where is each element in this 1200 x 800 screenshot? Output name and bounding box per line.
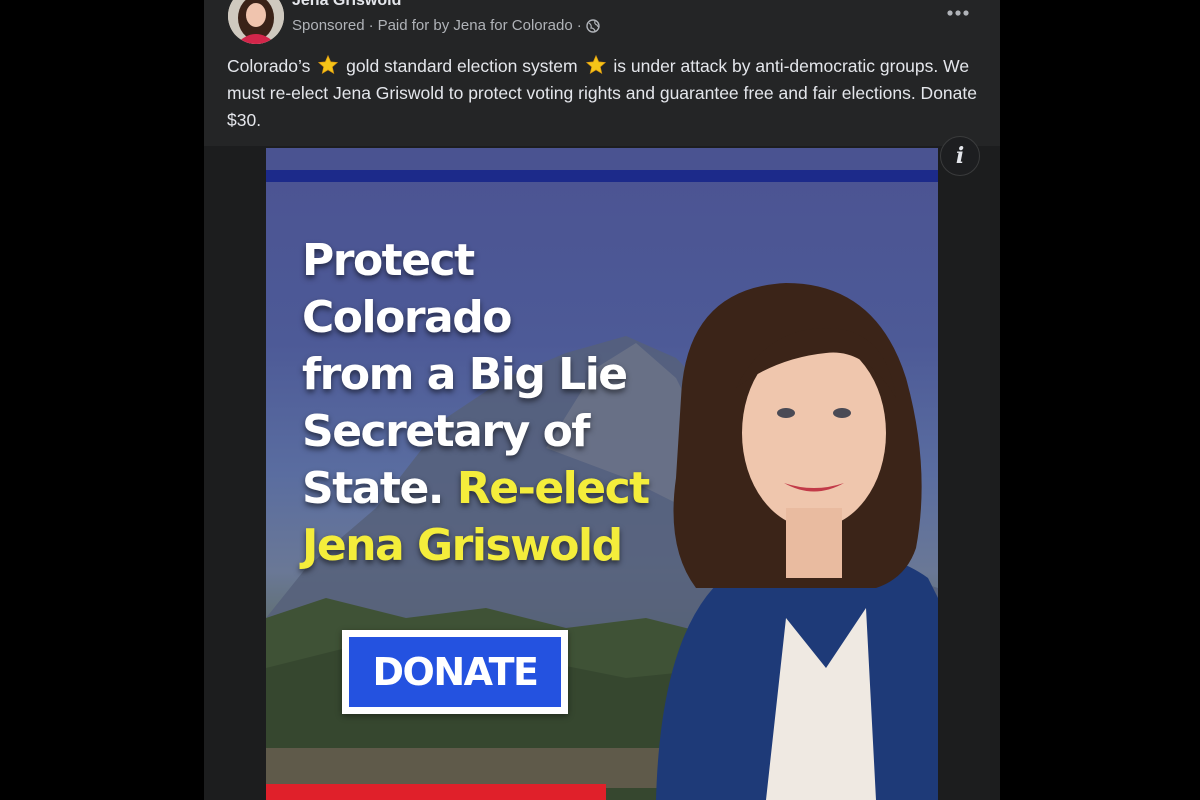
headline-line: Protect <box>302 235 475 286</box>
headline-line: State. Re-elect <box>302 460 742 517</box>
ad-headline: Protect Colorado from a Big Lie Secretar… <box>302 232 742 574</box>
ad-image[interactable]: Protect Colorado from a Big Lie Secretar… <box>266 148 938 800</box>
headline-yellow-text: Re-elect <box>456 463 650 514</box>
paid-for-label[interactable]: Paid for by Jena for Colorado <box>378 17 573 34</box>
author-avatar[interactable] <box>228 0 284 44</box>
post-meta: Sponsored · Paid for by Jena for Colorad… <box>292 17 600 34</box>
headline-candidate-name: Jena Griswold <box>302 520 623 571</box>
headline-line: Secretary of <box>302 406 590 457</box>
donate-button[interactable]: DONATE <box>342 630 568 714</box>
globe-icon[interactable] <box>585 18 600 33</box>
headline-line: from a Big Lie <box>302 349 628 400</box>
more-options-icon[interactable] <box>940 0 976 28</box>
post-text-part: gold standard election system <box>346 56 578 76</box>
post-text-part: Colorado’s <box>227 56 311 76</box>
donate-label: DONATE <box>349 637 561 707</box>
post-text: Colorado’s gold standard election system… <box>227 53 987 134</box>
star-icon <box>318 54 339 75</box>
headline-white-text: State. <box>302 463 445 514</box>
meta-separator: · <box>368 17 374 34</box>
sponsored-label[interactable]: Sponsored <box>292 17 365 34</box>
author-name[interactable]: Jena Griswold <box>292 0 401 10</box>
meta-separator: · <box>576 17 582 34</box>
headline-line: Colorado <box>302 292 512 343</box>
sponsored-post: Jena Griswold Sponsored · Paid for by Je… <box>204 0 1000 800</box>
star-icon <box>585 54 606 75</box>
ad-info-icon[interactable]: i <box>940 136 980 176</box>
